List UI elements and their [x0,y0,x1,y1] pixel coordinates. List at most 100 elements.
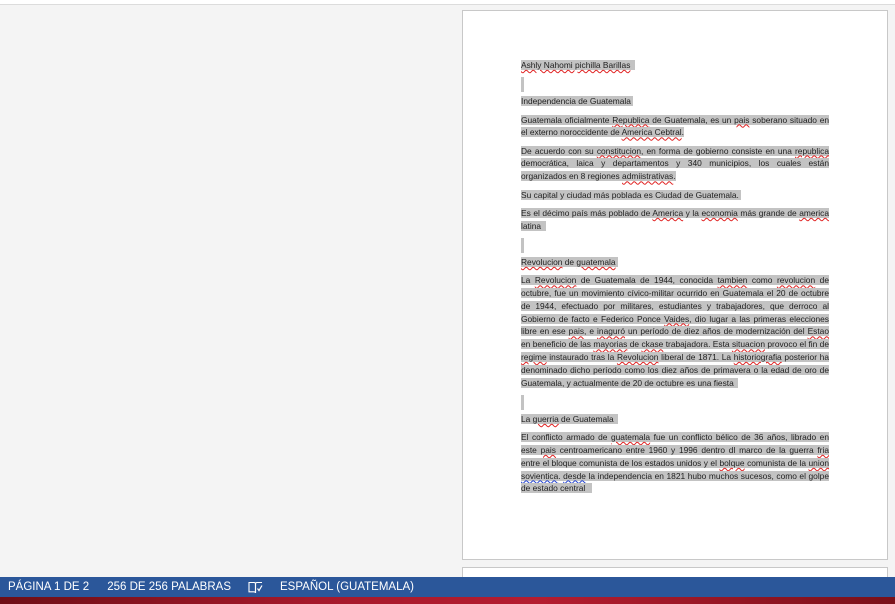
ribbon-bottom-edge [0,0,895,5]
text-run: instaurado tras la [546,352,617,363]
paragraph-constitucion: De acuerdo con su constitucion, en forma… [521,145,829,183]
empty-paragraph [521,394,829,413]
text-run: Su capital y ciudad más poblada es Ciuda… [521,189,739,200]
text-run: desde [563,470,586,481]
text-run: admiistrativas [622,171,674,182]
text-run: y la [683,207,702,218]
text-run: Republica [612,114,650,125]
text-run: sovientica [521,470,559,481]
text-run: comunista de la [744,457,809,468]
text-run: . [681,127,684,138]
text-run: Es el décimo país más poblado de [521,207,653,218]
text-run: America Cebtral [621,127,682,138]
text-run: . [673,171,676,182]
text-run: tambien [717,275,748,286]
text-run: latina [521,220,542,231]
selection-highlight: De acuerdo con su constitucion, en forma… [521,145,829,182]
proofing-book-icon[interactable] [240,581,271,594]
text-run: liberal de 1871. La [658,352,734,363]
text-run: La [521,413,533,424]
text-run: republica [795,145,829,156]
document-body[interactable]: Ashly Nahomi pichilla Barillas Independe… [521,59,830,501]
selection-highlight: Es el décimo país más poblado de America… [521,207,830,231]
text-run: regime [521,352,547,363]
text-run: provoco el fin de [765,339,829,350]
text-run: historiografia [733,352,782,363]
text-run: trabajadora. Esta [663,339,732,350]
page-count-indicator[interactable]: PÁGINA 1 DE 2 [0,577,98,597]
text-run: centroamericano entre 1960 y 1996 dentro… [555,445,818,456]
text-run: Vaides [664,313,690,324]
heading-independencia: Independencia de Guatemala [521,95,829,108]
text-run: La [521,275,535,286]
selection-highlight: Guatemala oficialmente Republica de Guat… [521,114,830,138]
text-run: Revolucion [616,352,659,363]
text-run: bolque [719,457,745,468]
text-run: , e [584,326,598,337]
proofing-book-icon-graphic [248,581,263,593]
text-run: de [627,339,642,350]
text-run: union [808,457,830,468]
taskbar-strip [0,597,895,604]
text-run: revolucion [776,275,816,286]
selection-highlight: La Revolucion de Guatemala de 1944, cono… [521,275,829,388]
text-run: Estao [807,326,829,337]
text-run: de Guatemala, es un [649,114,735,125]
text-run: de [562,256,577,267]
text-run: economia [701,207,738,218]
selection-highlight: Ashly Nahomi pichilla Barillas [521,60,636,70]
text-run: mayorias [593,339,628,350]
document-workspace[interactable]: Ashly Nahomi pichilla Barillas Independe… [0,0,895,577]
document-page-1[interactable]: Ashly Nahomi pichilla Barillas Independe… [462,10,888,560]
text-run: pais [568,326,585,337]
author-line: Ashly Nahomi pichilla Barillas [521,59,829,72]
selection-highlight: Revolucion de guatemala [521,256,618,267]
selection-highlight [521,237,524,253]
text-run: Guatemala oficialmente [521,114,613,125]
text-run: Independencia de Guatemala [521,96,631,107]
text-run: más grande de [737,207,800,218]
document-page-2[interactable] [462,567,888,577]
language-indicator[interactable]: ESPAÑOL (GUATEMALA) [271,577,423,597]
text-run: de Guatemala de 1944, conocida [576,275,718,286]
text-run: guatemala [576,256,616,267]
paragraph-revolucion-1944: La Revolucion de Guatemala de 1944, cono… [521,274,829,389]
paragraph-decimo-pais: Es el décimo país más poblado de America… [521,207,830,233]
heading-revolucion: Revolucion de guatemala [521,256,829,269]
text-run: inaguró [597,326,625,337]
text-run: un período de diez años de modernización… [625,326,808,337]
paragraph-guatemala-oficialmente: Guatemala oficialmente Republica de Guat… [521,114,830,140]
text-run: Revolucion [521,256,563,267]
text-run: El conflicto armado de [521,432,611,443]
text-run: ckase [641,339,664,350]
text-run: , en forma de gobierno consiste en una [641,145,795,156]
text-run: situacion [731,339,765,350]
selection-highlight: La guerria de Guatemala [521,413,619,424]
selection-highlight: El conflicto armado de guatemala fue un … [521,432,830,494]
text-run: America [652,207,684,218]
selection-highlight [521,394,524,410]
text-run: america [799,207,830,218]
text-run: guerria [532,413,559,424]
empty-paragraph [521,237,829,256]
text-run: guatemala [610,432,651,443]
text-run: pais [734,114,750,125]
paragraph-conflicto-armado: El conflicto armado de guatemala fue un … [521,431,830,495]
word-count-indicator[interactable]: 256 DE 256 PALABRAS [98,577,240,597]
status-bar: PÁGINA 1 DE 2 256 DE 256 PALABRAS ESPAÑO… [0,577,895,597]
text-run: de Guatemala [558,413,614,424]
text-run: De acuerdo con su [521,145,597,156]
text-run: en beneficio de las [521,339,594,350]
text-run: como [747,275,777,286]
selection-highlight: Su capital y ciudad más poblada es Ciuda… [521,189,742,200]
text-run: pais [540,445,556,456]
text-run: entre el bloque comunista de los estados… [521,457,720,468]
heading-guerria: La guerria de Guatemala [521,413,829,426]
empty-paragraph [521,77,829,95]
text-run: fria [817,445,829,456]
text-run: Ashly Nahomi pichilla Barillas [521,60,631,70]
selection-highlight: Independencia de Guatemala [521,96,634,107]
text-run: constitucion [596,145,642,156]
selection-highlight [521,77,524,93]
paragraph-capital: Su capital y ciudad más poblada es Ciuda… [521,189,829,202]
